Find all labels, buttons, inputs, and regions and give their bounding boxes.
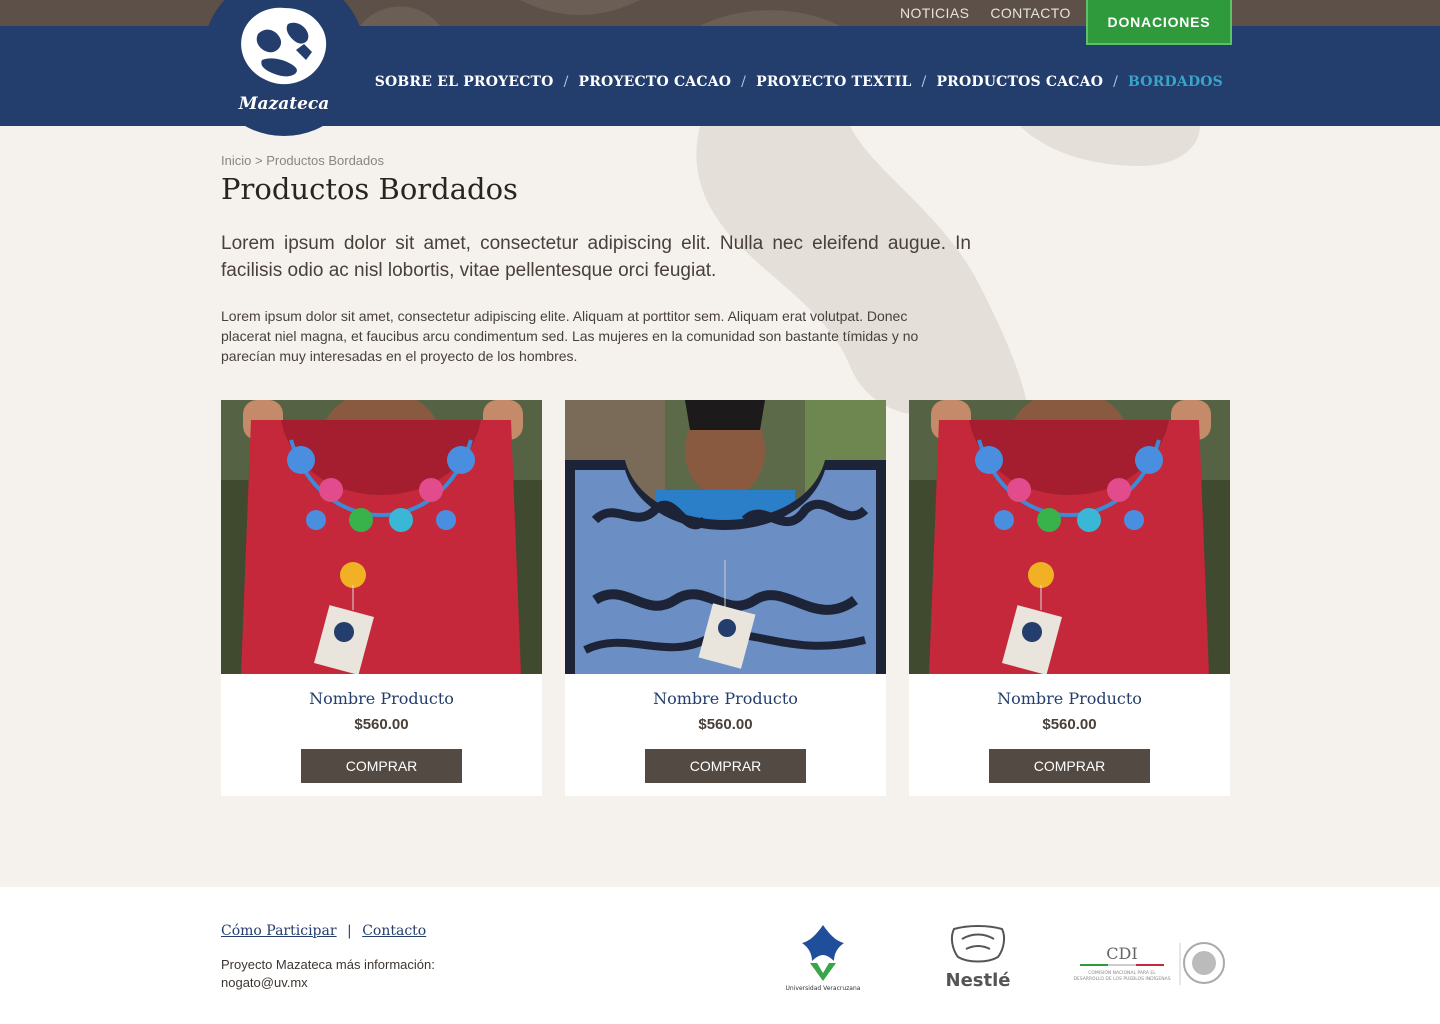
nav-separator: / — [741, 74, 747, 90]
svg-text:Nestlé: Nestlé — [946, 970, 1011, 991]
product-grid: Nombre Producto $560.00 COMPRAR Nombre P… — [221, 400, 1230, 796]
nestle-logo-icon[interactable]: Nestlé — [938, 923, 1018, 993]
product-card: Nombre Producto $560.00 COMPRAR — [565, 400, 886, 796]
nav-link-contacto[interactable]: CONTACTO — [990, 5, 1070, 21]
footer-info-text: Proyecto Mazateca más información: — [221, 957, 435, 972]
nav-item-proyecto-cacao[interactable]: PROYECTO CACAO — [579, 74, 732, 90]
product-price: $560.00 — [1042, 716, 1097, 733]
buy-button[interactable]: COMPRAR — [989, 749, 1150, 783]
breadcrumb: Inicio > Productos Bordados — [221, 153, 384, 168]
universidad-veracruzana-logo-icon[interactable]: Universidad Veracruzana — [782, 923, 864, 993]
page-title: Productos Bordados — [221, 172, 518, 206]
footer-link-contacto[interactable]: Contacto — [362, 923, 426, 939]
footer-link-como-participar[interactable]: Cómo Participar — [221, 923, 337, 939]
product-image-red-blouse[interactable] — [221, 400, 542, 674]
nav-separator: / — [563, 74, 569, 90]
svg-text:Universidad Veracruzana: Universidad Veracruzana — [786, 985, 861, 992]
body-paragraph: Lorem ipsum dolor sit amet, consectetur … — [221, 308, 919, 364]
nav-item-bordados[interactable]: BORDADOS — [1128, 74, 1223, 90]
svg-text:DESARROLLO DE LOS PUEBLOS INDÍ: DESARROLLO DE LOS PUEBLOS INDÍGENAS — [1073, 975, 1170, 982]
svg-text:CDI: CDI — [1106, 944, 1137, 963]
breadcrumb-home[interactable]: Inicio — [221, 153, 251, 168]
product-price: $560.00 — [354, 716, 409, 733]
svg-text:COMISIÓN NACIONAL PARA EL: COMISIÓN NACIONAL PARA EL — [1088, 969, 1156, 976]
buy-button[interactable]: COMPRAR — [301, 749, 462, 783]
nav-item-sobre-el-proyecto[interactable]: SOBRE EL PROYECTO — [375, 74, 554, 90]
mazateca-logo-icon — [241, 7, 327, 85]
main-nav: SOBRE EL PROYECTO / PROYECTO CACAO / PRO… — [375, 74, 1223, 90]
breadcrumb-current: Productos Bordados — [266, 153, 384, 168]
nav-separator: / — [1113, 74, 1119, 90]
breadcrumb-separator: > — [254, 153, 263, 168]
footer-separator: | — [347, 923, 352, 939]
nav-link-noticias[interactable]: NOTICIAS — [900, 5, 969, 21]
product-card: Nombre Producto $560.00 COMPRAR — [909, 400, 1230, 796]
product-image-blue-blouse[interactable] — [565, 400, 886, 674]
donate-button[interactable]: DONACIONES — [1086, 0, 1232, 45]
footer: Cómo Participar | Contacto Proyecto Maza… — [0, 887, 1440, 1024]
product-name[interactable]: Nombre Producto — [221, 689, 542, 708]
product-name[interactable]: Nombre Producto — [909, 689, 1230, 708]
nav-item-productos-cacao[interactable]: PRODUCTOS CACAO — [936, 74, 1103, 90]
footer-links: Cómo Participar | Contacto — [221, 923, 426, 939]
product-image-red-blouse[interactable] — [909, 400, 1230, 674]
footer-info: Proyecto Mazateca más información: nogat… — [221, 956, 435, 992]
product-price: $560.00 — [698, 716, 753, 733]
footer-email[interactable]: nogato@uv.mx — [221, 974, 435, 992]
brand-wordmark: Mazateca — [238, 94, 330, 114]
buy-button[interactable]: COMPRAR — [645, 749, 806, 783]
product-name[interactable]: Nombre Producto — [565, 689, 886, 708]
cdi-logo-icon[interactable]: CDI COMISIÓN NACIONAL PARA EL DESARROLLO… — [1068, 937, 1228, 993]
nav-separator: / — [921, 74, 927, 90]
lead-paragraph: Lorem ipsum dolor sit amet, consectetur … — [221, 233, 971, 281]
nav-item-proyecto-textil[interactable]: PROYECTO TEXTIL — [756, 74, 911, 90]
product-card: Nombre Producto $560.00 COMPRAR — [221, 400, 542, 796]
